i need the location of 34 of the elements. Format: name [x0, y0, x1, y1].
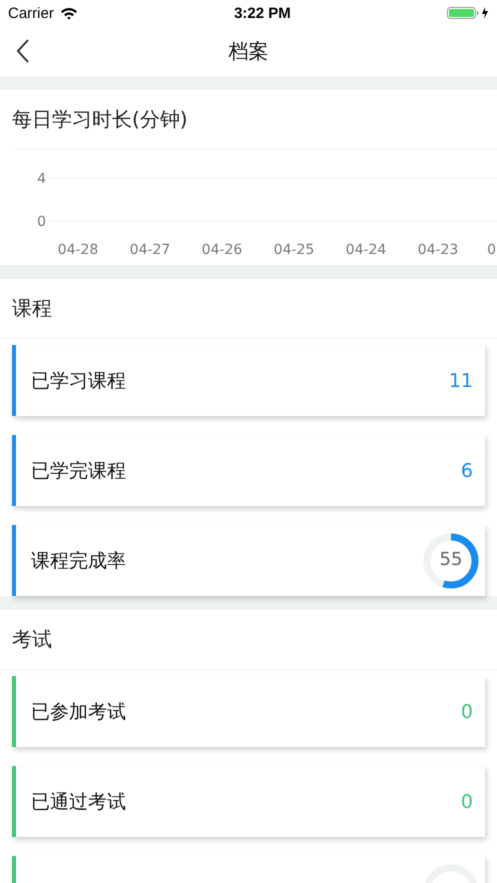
axis-category-label: 04-23: [418, 242, 458, 258]
stat-label: 已参加考试: [31, 700, 126, 724]
axis-category-label: 0: [487, 242, 496, 258]
axis-category-label: 04-26: [202, 242, 242, 258]
stat-value: 11: [448, 370, 473, 392]
wifi-icon: [60, 6, 78, 20]
stat-value: 0: [460, 700, 473, 722]
carrier-text: Carrier: [8, 4, 54, 22]
section-title: 考试: [12, 626, 52, 653]
stat-value: 6: [460, 460, 473, 482]
back-icon[interactable]: [16, 39, 30, 63]
axis-category-label: 04-27: [130, 242, 170, 258]
section-title: 课程: [12, 295, 52, 322]
stat-card[interactable]: 课程完成率 55: [12, 525, 485, 596]
axis-category-label: 04-25: [274, 242, 314, 258]
stat-label: 课程完成率: [31, 548, 126, 574]
section-title: 每日学习时长(分钟): [12, 106, 188, 132]
battery-icon: [446, 6, 491, 20]
stat-card[interactable]: 已通过考试 0: [12, 766, 485, 837]
progress-ring: [424, 533, 478, 588]
axis-category-label: 04-24: [346, 242, 386, 258]
stat-value: 0: [460, 790, 473, 812]
stat-card[interactable]: 已参加考试 0: [12, 676, 485, 747]
clock-time: 3:22 PM: [234, 4, 291, 22]
stat-card[interactable]: 已学习课程 11: [12, 345, 485, 416]
stat-label: 已学完课程: [31, 458, 126, 484]
axis-tick-label: 0: [37, 214, 46, 230]
axis-category-label: 04-28: [58, 242, 98, 258]
stat-card[interactable]: 已学完课程 6: [12, 435, 485, 506]
axis-tick-label: 4: [37, 171, 46, 187]
ring-value: 55: [438, 548, 464, 570]
stat-label: 已通过考试: [31, 790, 126, 814]
page-title: 档案: [228, 38, 268, 64]
stat-label: 已学习课程: [31, 368, 126, 394]
